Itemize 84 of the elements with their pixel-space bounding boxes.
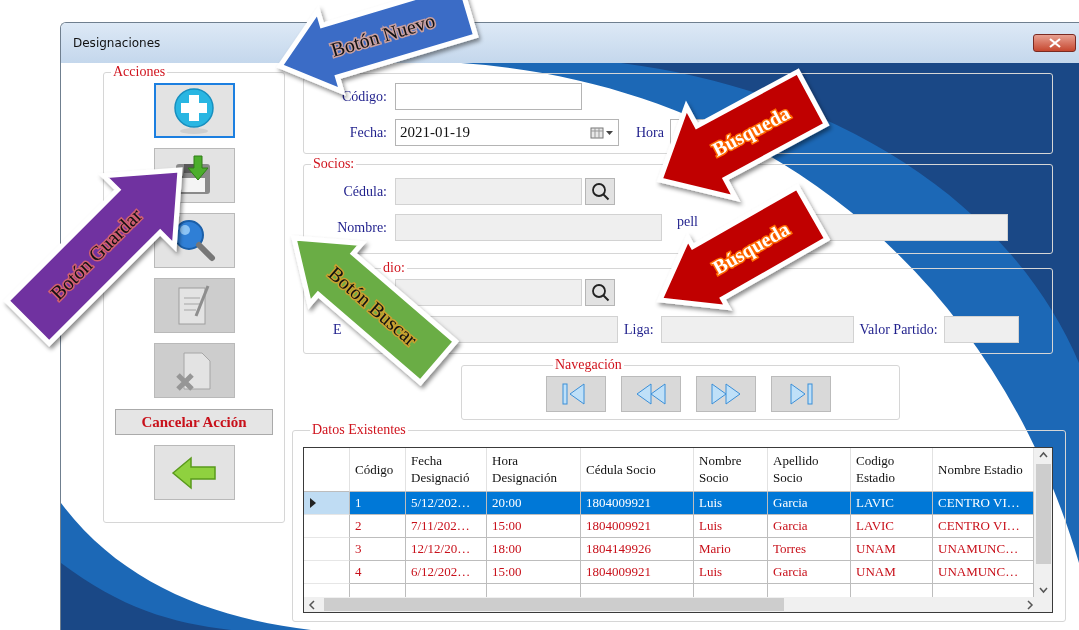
search-button[interactable] bbox=[585, 279, 615, 306]
right-caret-icon bbox=[1026, 599, 1034, 610]
left-arrow-icon bbox=[171, 455, 217, 490]
table-cell: Garcia bbox=[768, 514, 851, 538]
column-header[interactable]: Cédula Socio bbox=[581, 448, 694, 492]
column-header[interactable]: Código bbox=[350, 448, 406, 492]
close-icon bbox=[1048, 38, 1061, 48]
table-cell: 1804149926 bbox=[581, 537, 694, 562]
field-label: Fecha: bbox=[349, 124, 387, 140]
left-caret-icon bbox=[308, 599, 316, 610]
calendar-icon bbox=[590, 126, 614, 139]
field-label: Nombre: bbox=[337, 219, 387, 235]
table-cell: Garcia bbox=[768, 491, 851, 515]
double-right-icon bbox=[710, 381, 742, 407]
column-header[interactable]: Hora Designación bbox=[487, 448, 581, 492]
table-cell: 1804009921 bbox=[581, 491, 694, 515]
column-header[interactable]: Codigo Estadio bbox=[851, 448, 933, 492]
new-button[interactable] bbox=[153, 83, 235, 138]
search-icon bbox=[590, 182, 610, 201]
field-label: Código: bbox=[341, 88, 387, 104]
table-cell: 6/12/202… bbox=[406, 561, 487, 585]
table-cell: Mario bbox=[694, 537, 768, 562]
table-cell: 1804009921 bbox=[581, 561, 694, 585]
table-cell: 15:00 bbox=[487, 514, 581, 538]
table-cell: UNAM bbox=[851, 561, 933, 585]
table-cell: CENTRO VI… bbox=[933, 491, 1034, 515]
next-button[interactable] bbox=[696, 376, 756, 412]
search-button[interactable] bbox=[585, 178, 615, 205]
table-cell: 7/11/202… bbox=[406, 514, 487, 538]
table-cell: 1804009921 bbox=[581, 514, 694, 538]
row-header[interactable] bbox=[304, 491, 350, 515]
table-cell: 2 bbox=[350, 514, 406, 538]
table-cell: 12/12/20… bbox=[406, 537, 487, 562]
column-header[interactable]: Apellido Socio bbox=[768, 448, 851, 492]
table-cell: 18:00 bbox=[487, 537, 581, 562]
field-label: Valor Partido: bbox=[859, 321, 938, 338]
table-cell: UNAM bbox=[851, 537, 933, 562]
last-button[interactable] bbox=[771, 376, 831, 412]
table-cell: 15:00 bbox=[487, 561, 581, 585]
table-cell: CENTRO VI… bbox=[933, 514, 1034, 538]
horizontal-scrollbar[interactable] bbox=[304, 597, 1052, 612]
double-left-icon bbox=[635, 381, 667, 407]
table-cell: UNAMUNC… bbox=[933, 537, 1034, 562]
scroll-thumb[interactable] bbox=[324, 598, 784, 611]
search-icon bbox=[590, 283, 610, 302]
column-header[interactable]: Nombre Estadio bbox=[933, 448, 1034, 492]
table-cell: LAVIC bbox=[851, 491, 933, 515]
table-cell: 5/12/202… bbox=[406, 491, 487, 515]
first-button[interactable] bbox=[546, 376, 606, 412]
table-cell: Luis bbox=[694, 491, 768, 515]
table-cell: Luis bbox=[694, 561, 768, 585]
group-legend: Socios: bbox=[311, 157, 357, 171]
previous-button[interactable] bbox=[621, 376, 681, 412]
field-label: pell bbox=[677, 213, 698, 230]
table-cell: UNAMUNC… bbox=[933, 561, 1034, 585]
table-cell: Luis bbox=[694, 514, 768, 538]
input-field[interactable] bbox=[395, 83, 582, 110]
table-cell: Torres bbox=[768, 537, 851, 562]
cancel-button[interactable]: Cancelar Acción bbox=[115, 409, 273, 435]
table-cell: LAVIC bbox=[851, 514, 933, 538]
column-header[interactable]: Fecha Designació bbox=[406, 448, 487, 492]
field-label: E bbox=[333, 321, 342, 337]
table-cell: Garcia bbox=[768, 561, 851, 585]
vertical-scrollbar[interactable] bbox=[1034, 448, 1052, 597]
field-label: Cédula: bbox=[343, 183, 387, 199]
scroll-thumb[interactable] bbox=[1035, 464, 1051, 564]
window-title: Designaciones bbox=[73, 36, 161, 50]
field-label: Liga: bbox=[624, 321, 654, 338]
table-cell: 1 bbox=[350, 491, 406, 515]
date-field[interactable]: 2021-01-19 bbox=[395, 119, 619, 146]
group-legend: dio: bbox=[381, 261, 407, 275]
table-cell: 4 bbox=[350, 561, 406, 585]
table-cell: 20:00 bbox=[487, 491, 581, 515]
table-cell: 3 bbox=[350, 537, 406, 562]
group-legend: Datos Existentes bbox=[310, 423, 408, 437]
group-legend: Navegación bbox=[553, 358, 624, 372]
back-button[interactable] bbox=[153, 445, 235, 500]
callout-label: Botón Nuevo bbox=[328, 9, 438, 61]
field-label: Hora bbox=[636, 124, 664, 141]
column-header[interactable]: Nombre Socio bbox=[694, 448, 768, 492]
plus-icon bbox=[172, 86, 216, 135]
close-button[interactable] bbox=[1033, 34, 1076, 52]
current-row-icon bbox=[310, 497, 316, 508]
group-legend: Acciones bbox=[111, 65, 168, 79]
